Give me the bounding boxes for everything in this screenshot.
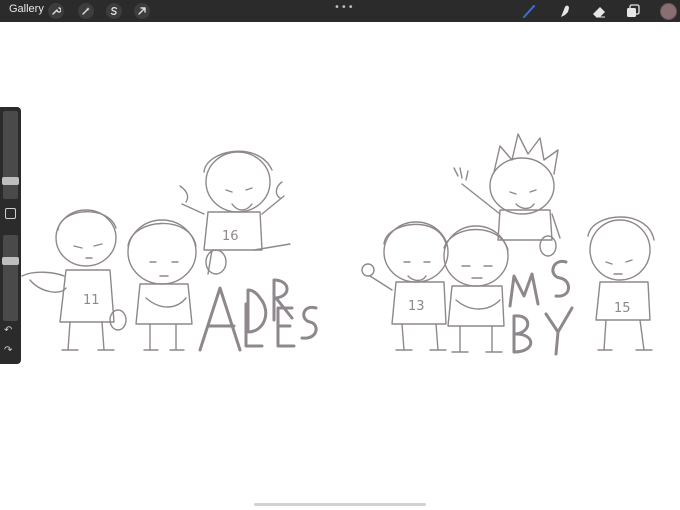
sketch-character-left-1	[21, 209, 127, 351]
eraser-icon[interactable]	[590, 3, 608, 19]
home-indicator[interactable]	[254, 503, 426, 506]
selection-s-icon[interactable]	[106, 3, 122, 19]
sketch-character-right-2	[361, 221, 449, 351]
magic-wand-icon[interactable]	[78, 3, 94, 19]
sketch-character-right-1	[453, 133, 561, 257]
sketch-lettering-left	[198, 278, 318, 352]
gallery-button[interactable]: Gallery	[9, 3, 44, 15]
jersey-number: 13	[408, 299, 425, 314]
sketch-lettering-right	[508, 259, 574, 356]
jersey-number: 16	[222, 229, 239, 244]
jersey-number: 11	[83, 293, 100, 308]
jersey-number: 15	[614, 301, 631, 316]
wrench-icon[interactable]	[48, 3, 64, 19]
color-swatch[interactable]	[660, 3, 677, 20]
sketch-character-right-4	[587, 216, 655, 351]
brush-icon[interactable]	[520, 3, 538, 19]
layers-icon[interactable]	[624, 3, 642, 19]
smudge-icon[interactable]	[556, 3, 574, 19]
transform-arrow-icon[interactable]	[134, 3, 150, 19]
sketch-character-left-2	[127, 219, 197, 351]
top-toolbar: Gallery •••	[0, 0, 680, 22]
drawing-canvas[interactable]: 11 16 13 15	[0, 22, 680, 510]
more-options-icon[interactable]: •••	[334, 2, 355, 13]
sketch-character-right-3	[443, 225, 509, 353]
